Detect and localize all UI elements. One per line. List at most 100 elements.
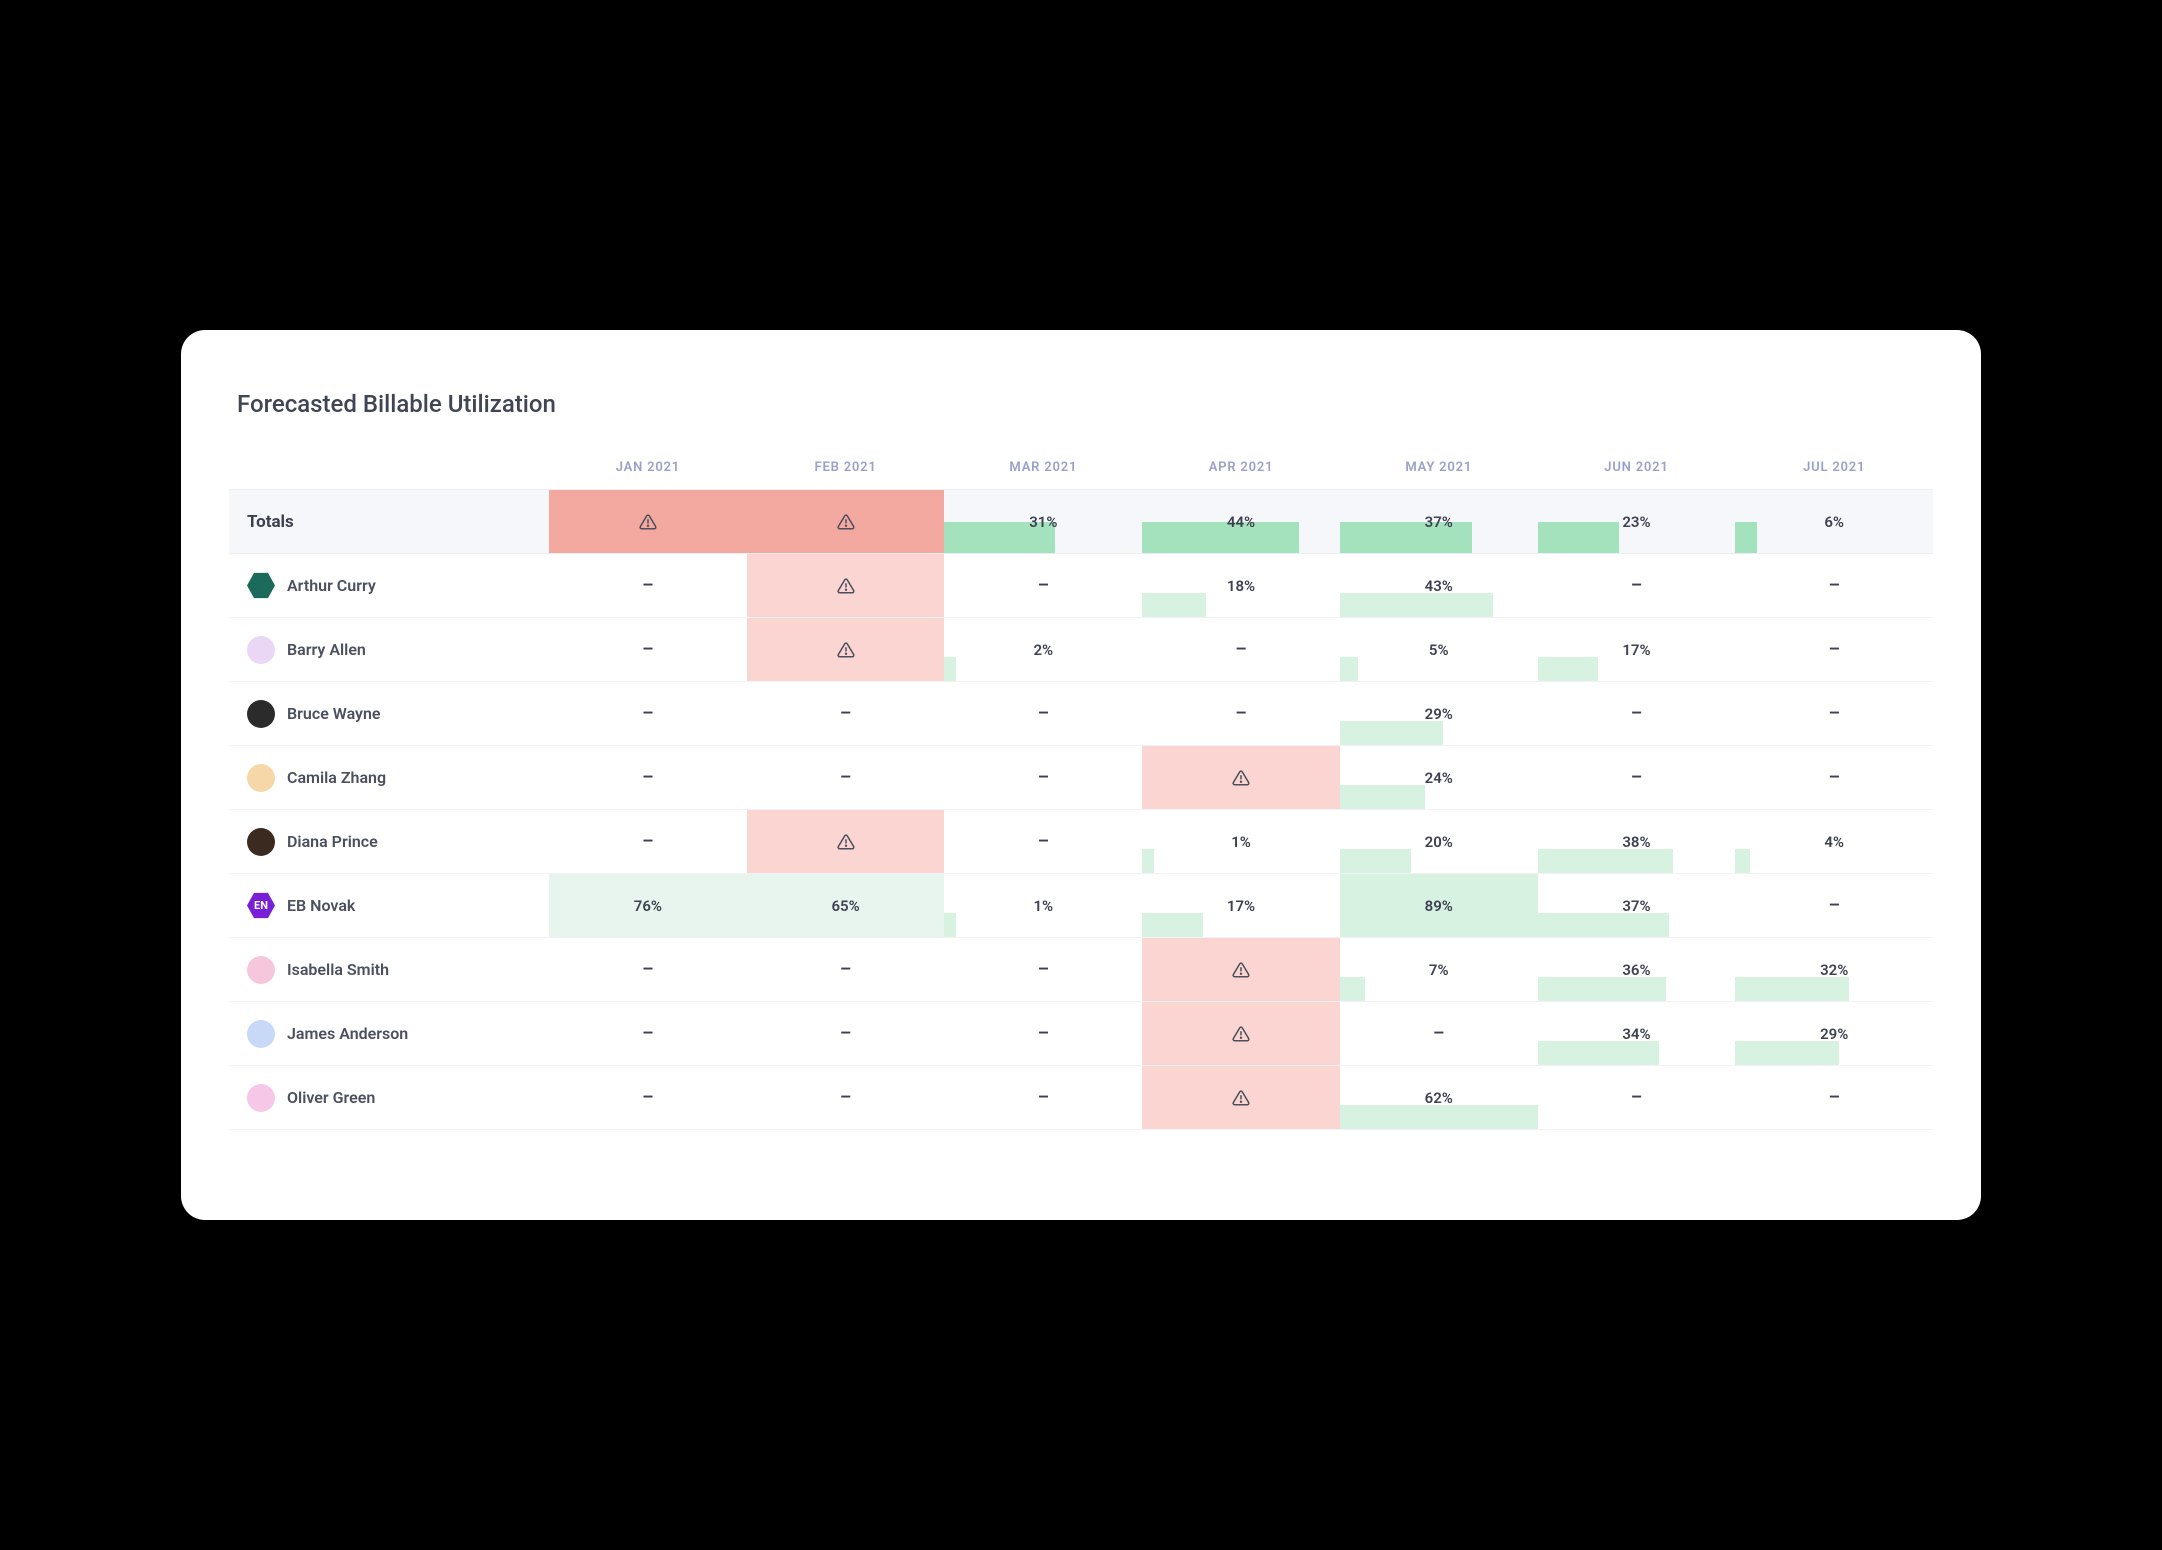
table-row[interactable]: James Anderson––––34%29% [229, 1002, 1933, 1066]
utilization-cell [1142, 938, 1340, 1001]
utilization-cell: – [1340, 1002, 1538, 1065]
utilization-cell: 5% [1340, 618, 1538, 681]
table-row[interactable]: ENEB Novak76%65%1%17%89%37%– [229, 874, 1933, 938]
cell-fill-bar [1735, 849, 1749, 873]
person-name-cell: ENEB Novak [229, 874, 549, 937]
month-header: JUL 2021 [1735, 460, 1933, 475]
utilization-cell: – [1735, 1066, 1933, 1129]
person-name-cell: Oliver Green [229, 1066, 549, 1129]
cell-fill-bar [1340, 721, 1443, 745]
month-header: JUN 2021 [1538, 460, 1736, 475]
utilization-cell: – [549, 1002, 747, 1065]
table-row[interactable]: Diana Prince––1%20%38%4% [229, 810, 1933, 874]
utilization-cell: 76% [549, 874, 747, 937]
utilization-cell: 34% [1538, 1002, 1736, 1065]
utilization-cell: 1% [1142, 810, 1340, 873]
cell-value: 44% [1227, 513, 1255, 531]
cell-empty: – [840, 1087, 851, 1108]
person-name-cell: Barry Allen [229, 618, 549, 681]
utilization-cell: 31% [944, 490, 1142, 553]
utilization-cell: – [747, 1066, 945, 1129]
table-row[interactable]: Bruce Wayne––––29%–– [229, 682, 1933, 746]
cell-value: 37% [1425, 513, 1453, 531]
page-title: Forecasted Billable Utilization [237, 390, 1933, 418]
person-name: Diana Prince [287, 832, 378, 851]
utilization-cell: 89% [1340, 874, 1538, 937]
person-name: Barry Allen [287, 640, 366, 659]
utilization-cell: 36% [1538, 938, 1736, 1001]
warning-icon [1232, 1089, 1250, 1107]
cell-empty: – [1631, 767, 1642, 788]
utilization-cell: – [944, 554, 1142, 617]
cell-value: 31% [1029, 513, 1057, 531]
cell-fill-bar [1142, 913, 1203, 937]
utilization-cell: 6% [1735, 490, 1933, 553]
cell-value: 1% [1033, 897, 1053, 915]
person-name-cell: Diana Prince [229, 810, 549, 873]
cell-value: 2% [1033, 641, 1053, 659]
cell-empty: – [1038, 1087, 1049, 1108]
warning-icon [639, 513, 657, 531]
cell-value: 34% [1622, 1025, 1650, 1043]
person-name-cell: James Anderson [229, 1002, 549, 1065]
table-row[interactable]: Arthur Curry––18%43%–– [229, 554, 1933, 618]
cell-empty: – [1038, 703, 1049, 724]
utilization-cell [747, 810, 945, 873]
cell-empty: – [1038, 767, 1049, 788]
totals-row: Totals 31%44%37%23%6% [229, 490, 1933, 554]
cell-value: 6% [1824, 513, 1844, 531]
utilization-cell [549, 490, 747, 553]
table-row[interactable]: Isabella Smith–––7%36%32% [229, 938, 1933, 1002]
utilization-cell: 17% [1538, 618, 1736, 681]
avatar [247, 956, 275, 984]
cell-fill-bar [1142, 593, 1206, 617]
cell-empty: – [840, 703, 851, 724]
cell-value: 5% [1429, 641, 1449, 659]
utilization-cell: – [944, 1066, 1142, 1129]
utilization-cell [747, 618, 945, 681]
cell-fill-bar [944, 657, 956, 681]
utilization-cell: – [549, 1066, 747, 1129]
utilization-cell: – [1735, 746, 1933, 809]
cell-fill-bar [1142, 849, 1154, 873]
utilization-table: JAN 2021FEB 2021MAR 2021APR 2021MAY 2021… [229, 446, 1933, 1130]
cell-value: 29% [1820, 1025, 1848, 1043]
table-row[interactable]: Barry Allen–2%–5%17%– [229, 618, 1933, 682]
person-name: Isabella Smith [287, 960, 389, 979]
utilization-cell [747, 554, 945, 617]
month-header: MAY 2021 [1340, 460, 1538, 475]
cell-value: 20% [1425, 833, 1453, 851]
utilization-cell: – [1538, 554, 1736, 617]
person-name: EB Novak [287, 896, 355, 915]
person-name: James Anderson [287, 1024, 408, 1043]
cell-fill-bar [1340, 593, 1493, 617]
cell-value: 32% [1820, 961, 1848, 979]
utilization-cell: – [549, 618, 747, 681]
cell-empty: – [1038, 831, 1049, 852]
utilization-cell: – [944, 810, 1142, 873]
utilization-cell: – [549, 554, 747, 617]
utilization-cell: 4% [1735, 810, 1933, 873]
utilization-cell: 38% [1538, 810, 1736, 873]
table-row[interactable]: Camila Zhang–––24%–– [229, 746, 1933, 810]
table-row[interactable]: Oliver Green–––62%–– [229, 1066, 1933, 1130]
utilization-cell: – [747, 1002, 945, 1065]
utilization-cell: – [747, 938, 945, 1001]
cell-empty: – [840, 959, 851, 980]
cell-empty: – [1038, 959, 1049, 980]
cell-empty: – [642, 575, 653, 596]
warning-icon [837, 577, 855, 595]
person-name: Camila Zhang [287, 768, 386, 787]
cell-value: 17% [1227, 897, 1255, 915]
person-name-cell: Bruce Wayne [229, 682, 549, 745]
cell-empty: – [1038, 575, 1049, 596]
cell-empty: – [1631, 703, 1642, 724]
warning-icon [1232, 769, 1250, 787]
utilization-cell: – [549, 682, 747, 745]
cell-empty: – [1828, 703, 1839, 724]
utilization-cell [1142, 1002, 1340, 1065]
month-header: JAN 2021 [549, 460, 747, 475]
utilization-cell: 2% [944, 618, 1142, 681]
utilization-cell: – [1142, 618, 1340, 681]
utilization-cell: 1% [944, 874, 1142, 937]
